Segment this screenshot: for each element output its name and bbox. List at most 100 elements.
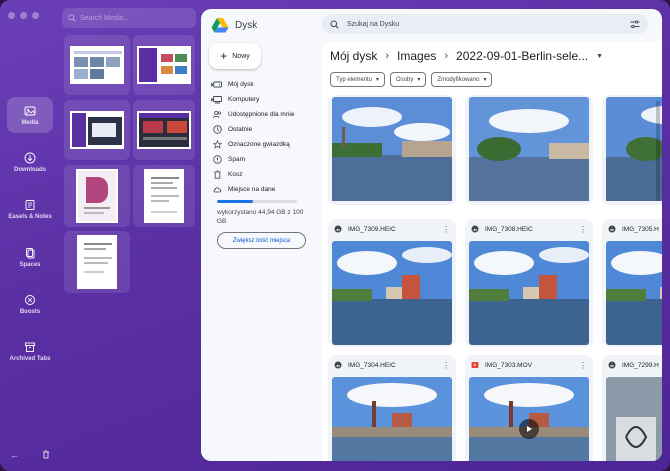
search-icon [330, 20, 339, 29]
caret-right-icon[interactable]: ▶ [211, 97, 215, 103]
minimize-window-button[interactable] [20, 12, 27, 19]
shared-icon [213, 110, 222, 119]
file-card[interactable]: IMG_7305.H⋮ [602, 219, 662, 347]
nav-item-computers[interactable]: ▶ Komputery [211, 95, 313, 104]
file-thumbnail [606, 97, 662, 203]
file-card[interactable]: IMG_7304.HEIC ⋮ [328, 355, 456, 461]
media-thumbnail[interactable] [133, 100, 195, 160]
media-thumbnail[interactable] [64, 231, 130, 293]
file-thumbnail [332, 241, 452, 345]
drive-logo-icon [211, 18, 229, 33]
caret-right-icon[interactable]: ▶ [211, 82, 215, 88]
new-button-label: Nowy [232, 52, 250, 60]
left-rail: Media Downloads Easels & Notes Spaces Bo… [0, 0, 58, 471]
chip-label: Osoby [396, 76, 414, 83]
more-vert-icon[interactable]: ⋮ [442, 225, 450, 234]
new-button[interactable]: + Nowy [209, 43, 261, 69]
archive-icon [25, 342, 35, 352]
nav-item-shared[interactable]: Udostępnione dla mnie [213, 110, 313, 119]
back-arrow-icon[interactable]: ← [10, 450, 19, 461]
zoom-window-button[interactable] [32, 12, 39, 19]
file-card-header: IMG_7308.HEIC ⋮ [465, 219, 593, 239]
media-thumbnail[interactable] [133, 165, 195, 227]
play-icon[interactable] [519, 419, 539, 439]
more-vert-icon[interactable]: ⋮ [579, 361, 587, 370]
video-file-icon [471, 362, 479, 368]
rail-item-spaces[interactable]: Spaces [7, 247, 53, 268]
file-thumbnail [332, 377, 452, 461]
nav-label: Komputery [228, 96, 260, 103]
storage-usage-text: wykorzystano 44,94 GB z 100 GB [217, 209, 304, 225]
scrollbar[interactable] [656, 101, 660, 201]
nav-item-my-drive[interactable]: ▶ Mój dysk [211, 80, 313, 89]
file-name: IMG_7304.HEIC [348, 361, 396, 369]
breadcrumb: Mój dysk › Images › 2022-09-01-Berlin-se… [330, 49, 603, 63]
rail-item-archived-tabs[interactable]: Archived Tabs [7, 341, 53, 362]
media-thumbnail[interactable] [64, 100, 130, 160]
drive-sidebar: Dysk + Nowy ▶ Mój dysk ▶ Komputery Udost… [201, 9, 319, 461]
filter-type-chip[interactable]: Typ elementu ▾ [330, 72, 386, 87]
file-card[interactable]: IMG_7308.HEIC ⋮ [465, 219, 593, 347]
file-card[interactable]: IMG_7303.MOV ⋮ [465, 355, 593, 461]
file-card[interactable]: IMG_7299.H⋮ [602, 355, 662, 461]
file-card[interactable] [602, 95, 662, 205]
drive-page: Dysk + Nowy ▶ Mój dysk ▶ Komputery Udost… [201, 9, 662, 461]
star-icon [213, 140, 222, 149]
rail-item-easels-notes[interactable]: Easels & Notes [7, 199, 53, 220]
drive-search-bar[interactable]: Szukaj na Dysku [322, 14, 648, 34]
media-search-input[interactable]: Search Media... [62, 8, 196, 28]
media-thumbnail[interactable] [64, 165, 130, 227]
file-card[interactable]: IMG_7309.HEIC ⋮ [328, 219, 456, 347]
drive-logo[interactable]: Dysk [211, 17, 257, 33]
app-name: Dysk [235, 19, 258, 31]
trash-icon [214, 170, 221, 179]
nav-label: Miejsce na dane [228, 186, 276, 193]
image-file-icon [334, 225, 342, 233]
rail-item-boosts[interactable]: Boosts [7, 294, 53, 315]
trash-icon[interactable] [42, 450, 50, 461]
filter-modified-chip[interactable]: Zmodyfikowano ▾ [431, 72, 493, 87]
breadcrumb-current[interactable]: 2022-09-01-Berlin-sele... [456, 49, 588, 63]
filter-people-chip[interactable]: Osoby ▾ [390, 72, 427, 87]
media-thumbnail[interactable] [133, 35, 195, 95]
media-thumbnail[interactable] [64, 35, 130, 95]
chip-label: Zmodyfikowano [437, 76, 480, 83]
get-more-storage-button[interactable]: Zwiększ ilość miejsca [217, 232, 306, 249]
file-name: IMG_7305.H [622, 225, 659, 233]
rail-item-label: Downloads [13, 167, 46, 173]
file-thumbnail [606, 377, 662, 461]
nav-item-spam[interactable]: Spam [213, 155, 313, 164]
search-options-icon[interactable] [630, 19, 640, 29]
boosts-icon [25, 295, 35, 305]
file-card-header: IMG_7305.H⋮ [602, 219, 662, 239]
nav-item-trash[interactable]: Kosz [213, 170, 313, 179]
file-card[interactable] [465, 95, 593, 205]
breadcrumb-item[interactable]: Images [397, 49, 436, 63]
file-name: IMG_7309.HEIC [348, 225, 396, 233]
nav-item-starred[interactable]: Oznaczone gwiazdką [213, 140, 313, 149]
drive-main: Szukaj na Dysku Mój dysk › Images › 2022… [322, 9, 662, 461]
file-name: IMG_7303.MOV [485, 361, 532, 369]
window-controls [8, 12, 39, 19]
more-vert-icon[interactable]: ⋮ [442, 361, 450, 370]
chevron-down-icon[interactable]: ▼ [596, 53, 603, 60]
breadcrumb-item[interactable]: Mój dysk [330, 49, 377, 63]
file-card-header: IMG_7299.H⋮ [602, 355, 662, 375]
nav-item-storage[interactable]: Miejsce na dane [213, 185, 313, 194]
download-icon [24, 152, 36, 164]
media-panel: Search Media... [58, 0, 196, 471]
close-window-button[interactable] [8, 12, 15, 19]
nav-item-recent[interactable]: Ostatnie [213, 125, 313, 134]
file-thumbnail [606, 241, 662, 345]
more-vert-icon[interactable]: ⋮ [579, 225, 587, 234]
rail-item-downloads[interactable]: Downloads [7, 152, 53, 173]
nav-label: Mój dysk [228, 81, 254, 88]
dropdown-arrow-icon: ▾ [483, 77, 487, 83]
easel-icon [25, 200, 35, 210]
file-thumbnail [332, 97, 452, 203]
rail-item-media[interactable]: Media [7, 97, 53, 133]
media-icon [24, 106, 36, 116]
file-card[interactable] [328, 95, 456, 205]
app-window: Media Downloads Easels & Notes Spaces Bo… [0, 0, 670, 471]
spaces-icon [26, 248, 35, 259]
